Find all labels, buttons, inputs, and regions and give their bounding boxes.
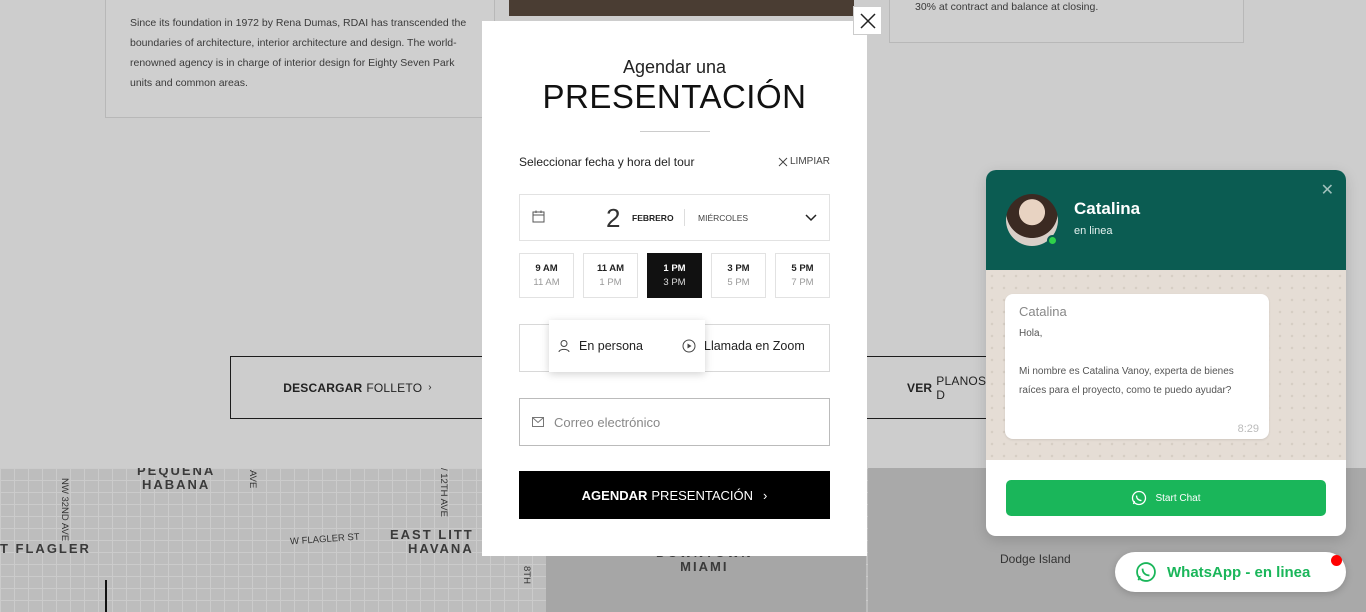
play-circle-icon xyxy=(682,339,696,353)
download-brochure-button[interactable]: DESCARGAR FOLLETO › xyxy=(230,356,485,419)
email-field-wrapper xyxy=(519,398,830,446)
calendar-icon xyxy=(532,210,545,223)
map-label-nw32: NW 32nd Ave xyxy=(59,478,70,542)
map-label-flagler: T FLAGLER xyxy=(0,541,91,556)
start-chat-button[interactable]: Start Chat xyxy=(1006,480,1326,516)
chevron-right-icon: › xyxy=(428,382,432,393)
mode-zoom-call[interactable]: Llamada en Zoom xyxy=(682,339,805,353)
map-label-east-little-havana: EAST LITT HAVANA xyxy=(390,527,474,556)
select-date-label: Seleccionar fecha y hora del tour xyxy=(519,155,695,169)
payment-card: 30% at contract and balance at closing. xyxy=(889,0,1244,43)
clear-button[interactable]: LIMPIAR xyxy=(778,156,830,167)
payment-text: 30% at contract and balance at closing. xyxy=(915,1,1099,13)
whatsapp-icon xyxy=(1132,490,1147,506)
time-slots: 9 AM 11 AM 11 AM 1 PM 1 PM 3 PM 3 PM 5 P… xyxy=(519,253,830,298)
map-label-ave: Ave xyxy=(247,470,258,489)
chevron-right-icon: › xyxy=(763,487,768,503)
chevron-down-icon xyxy=(805,214,817,222)
close-icon xyxy=(778,157,788,166)
map-label-12th: / 12th Ave xyxy=(438,468,449,517)
person-icon xyxy=(558,340,570,353)
view-plans-button[interactable]: VER PLANOS D xyxy=(866,356,996,419)
online-indicator xyxy=(1047,235,1058,246)
chat-message: Catalina Hola, Mi nombre es Catalina Van… xyxy=(1005,294,1269,439)
time-slot[interactable]: 3 PM 5 PM xyxy=(711,253,766,298)
whatsapp-chat-widget: Catalina en linea ✕ Catalina Hola, Mi no… xyxy=(986,170,1346,536)
whatsapp-launcher-button[interactable]: WhatsApp - en linea xyxy=(1115,552,1346,592)
email-field[interactable] xyxy=(554,414,814,430)
modal-close-button[interactable] xyxy=(853,6,882,35)
message-time: 8:29 xyxy=(1237,423,1259,435)
title-divider xyxy=(640,131,710,132)
date-day: 2 xyxy=(606,203,621,233)
chat-body: Catalina Hola, Mi nombre es Catalina Van… xyxy=(986,270,1346,460)
schedule-modal: Agendar una PRESENTACIÓN Seleccionar fec… xyxy=(482,21,867,556)
meeting-mode-selector: En persona Llamada en Zoom xyxy=(519,320,830,372)
close-icon xyxy=(859,12,876,29)
modal-title: PRESENTACIÓN xyxy=(542,78,807,115)
schedule-submit-button[interactable]: AGENDAR PRESENTACIÓN › xyxy=(519,471,830,519)
building-photo xyxy=(509,0,854,16)
date-picker[interactable]: 2 FEBRERO MIÉRCOLES xyxy=(519,194,830,241)
map-label-pequena-habana: PEQUENA HABANA xyxy=(137,468,216,492)
agent-name: Catalina xyxy=(1074,199,1141,218)
close-chat-icon[interactable]: ✕ xyxy=(1321,180,1334,200)
about-text: Since its foundation in 1972 by Rena Dum… xyxy=(130,17,467,89)
modal-subtitle: Agendar una xyxy=(622,57,727,77)
time-slot[interactable]: 9 AM 11 AM xyxy=(519,253,574,298)
about-card: Since its foundation in 1972 by Rena Dum… xyxy=(105,0,495,118)
mail-icon xyxy=(532,417,544,427)
map-label-8th: 8th xyxy=(521,566,532,584)
chat-header: Catalina en linea ✕ xyxy=(986,170,1346,270)
time-slot[interactable]: 11 AM 1 PM xyxy=(583,253,638,298)
time-slot[interactable]: 5 PM 7 PM xyxy=(775,253,830,298)
whatsapp-icon xyxy=(1136,562,1156,582)
map-label-dodge-island: Dodge Island xyxy=(1000,552,1071,566)
time-slot-selected[interactable]: 1 PM 3 PM xyxy=(647,253,702,298)
date-weekday: MIÉRCOLES xyxy=(698,213,749,223)
agent-status: en linea xyxy=(1074,225,1113,237)
message-text: Hola, Mi nombre es Catalina Vanoy, exper… xyxy=(1019,328,1234,396)
notification-badge xyxy=(1331,555,1342,566)
date-month: FEBRERO xyxy=(632,213,674,223)
message-sender: Catalina xyxy=(1019,304,1067,319)
